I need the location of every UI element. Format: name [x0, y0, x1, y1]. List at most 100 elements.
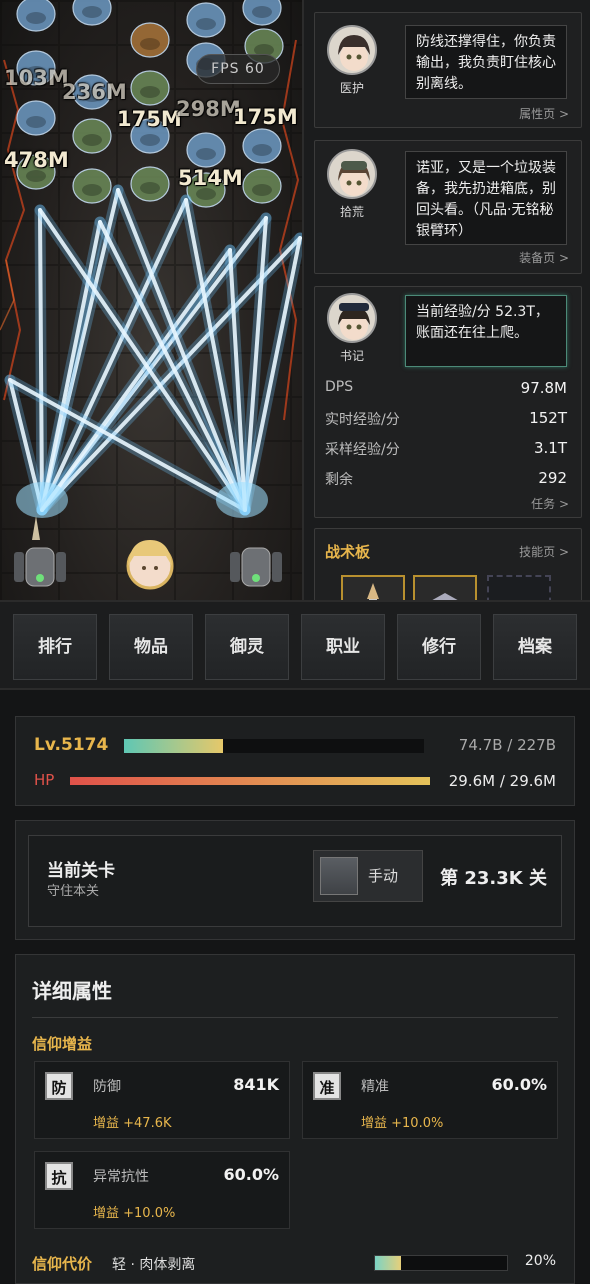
scavenger-card[interactable]: 拾荒 诺亚，又是一个垃圾装备，我先扔进箱底，别回头看。（凡品·无铭秘银臂环） 装… — [314, 140, 582, 274]
skill-slot-2[interactable] — [413, 575, 477, 600]
scavenger-dialogue: 诺亚，又是一个垃圾装备，我先扔进箱底，别回头看。（凡品·无铭秘银臂环） — [405, 151, 567, 245]
stat-value: 152T — [529, 409, 567, 427]
main-tab-bar: 排行 物品 御灵 职业 修行 档案 — [0, 600, 590, 690]
attr-card-resistance: 抗 异常抗性 60.0% 增益 +10.0% — [34, 1151, 290, 1229]
equipment-page-link[interactable]: 装备页 > — [519, 249, 569, 266]
exp-text: 74.7B / 227B — [458, 736, 556, 754]
fps-counter: FPS 60 — [196, 54, 280, 84]
exp-bar-fill — [124, 739, 223, 753]
tab-items[interactable]: 物品 — [109, 614, 193, 680]
missile — [32, 516, 40, 540]
stage-card: 当前关卡 守住本关 手动 第 23.3K 关 — [28, 835, 562, 927]
stat-label: 采样经验/分 — [325, 442, 400, 458]
tactical-board-title: 战术板 — [325, 543, 371, 561]
side-panel: 医护 防线还撑得住，你负责输出，我负责盯住核心别离线。 属性页 > 拾荒 诺亚，… — [302, 0, 590, 600]
chibi-goggles-portrait-icon — [338, 161, 370, 196]
damage-number: 236M — [62, 80, 127, 104]
attr-card-precision: 准 精准 60.0% 增益 +10.0% — [302, 1061, 558, 1139]
turret-wing — [56, 552, 66, 582]
attr-value: 60.0% — [491, 1075, 547, 1094]
attr-name: 防御 — [93, 1079, 121, 1095]
task-page-link[interactable]: 任务 > — [531, 495, 569, 512]
damage-number: 298M — [176, 97, 241, 121]
hp-text: 29.6M / 29.6M — [448, 772, 556, 790]
lava-crack — [0, 259, 15, 331]
damage-number: 478M — [4, 148, 69, 172]
tab-training[interactable]: 修行 — [397, 614, 481, 680]
stat-value: 3.1T — [533, 439, 567, 457]
tab-spirits[interactable]: 御灵 — [205, 614, 289, 680]
stat-value: 97.8M — [520, 379, 567, 397]
level-label: Lv.5174 — [34, 735, 109, 755]
clerk-name: 书记 — [339, 349, 364, 363]
faith-cost-desc: 轻 · 肉体剥离 — [112, 1257, 196, 1273]
attribute-page-link[interactable]: 属性页 > — [519, 105, 569, 122]
attr-name: 异常抗性 — [93, 1169, 149, 1185]
stat-row-live-exp: 实时经验/分 152T — [325, 409, 567, 429]
attr-bonus: 增益 +47.6K — [93, 1116, 172, 1131]
clerk-card[interactable]: 书记 当前经验/分 52.3T，账面还在往上爬。 DPS 97.8M 实时经验/分… — [314, 286, 582, 518]
stat-row-remaining: 剩余 292 — [325, 469, 567, 489]
stat-value: 292 — [538, 469, 567, 487]
damage-number: 103M — [4, 66, 69, 90]
attr-bonus: 增益 +10.0% — [93, 1206, 176, 1221]
monster-shade — [26, 116, 46, 128]
manual-label: 手动 — [368, 867, 399, 885]
stage-subtitle: 守住本关 — [47, 884, 100, 899]
battle-scene — [0, 0, 302, 590]
monster-shade — [82, 134, 102, 146]
tab-archive[interactable]: 档案 — [493, 614, 577, 680]
details-panel: 详细属性 信仰增益 防 防御 841K 增益 +47.6K 准 精准 60.0%… — [15, 954, 575, 1284]
manual-toggle[interactable]: 手动 — [313, 850, 423, 902]
attr-value: 60.0% — [223, 1165, 279, 1184]
stage-panel: 当前关卡 守住本关 手动 第 23.3K 关 — [15, 820, 575, 940]
lava-crack — [278, 39, 300, 421]
tab-ranking[interactable]: 排行 — [13, 614, 97, 680]
damage-number: 514M — [178, 166, 243, 190]
faith-cost-percent: 20% — [524, 1253, 556, 1269]
monster-shade — [252, 144, 272, 156]
turret-light — [36, 574, 44, 582]
exp-bar — [124, 739, 424, 753]
status-panel: Lv.5174 74.7B / 227B HP 29.6M / 29.6M — [15, 716, 575, 806]
hp-label: HP — [34, 771, 55, 789]
hp-bar — [70, 777, 430, 785]
medic-name: 医护 — [339, 81, 364, 95]
chibi-portrait-icon — [338, 35, 370, 71]
faith-cost-bar-fill — [375, 1256, 402, 1270]
attr-value: 841K — [233, 1075, 279, 1094]
monster-shade — [140, 182, 160, 194]
monster-shade — [196, 18, 216, 30]
battlefield[interactable]: FPS 60 103M 236M 175M 298M 175M 478M 514… — [0, 0, 302, 600]
turret-wing — [230, 552, 240, 582]
tactical-board[interactable]: 战术板 技能页 > — [314, 528, 582, 600]
monster-shade — [26, 12, 46, 24]
laser-beam — [38, 208, 44, 512]
monster-shade — [140, 134, 160, 146]
turret-wing — [14, 552, 24, 582]
monster-shade — [140, 38, 160, 50]
medic-card[interactable]: 医护 防线还撑得住，你负责输出，我负责盯住核心别离线。 属性页 > — [314, 12, 582, 128]
tab-class[interactable]: 职业 — [301, 614, 385, 680]
skill-page-link[interactable]: 技能页 > — [519, 543, 569, 560]
missile-icon — [367, 583, 379, 600]
skill-slot-1[interactable] — [341, 575, 405, 600]
scavenger-avatar — [327, 149, 377, 199]
hero-eye — [142, 566, 146, 570]
muzzle-flash — [16, 482, 68, 518]
muzzle-flash — [216, 482, 268, 518]
monster-shade — [82, 184, 102, 196]
skill-slot-empty[interactable] — [487, 575, 551, 600]
turret-wing — [272, 552, 282, 582]
faith-cost-bar — [374, 1255, 508, 1271]
stat-row-sampled-exp: 采样经验/分 3.1T — [325, 439, 567, 459]
toggle-knob — [320, 857, 358, 895]
faith-cost-title: 信仰代价 — [32, 1255, 93, 1273]
stage-number: 第 23.3K 关 — [440, 868, 547, 889]
damage-number: 175M — [117, 107, 182, 131]
attr-tag: 抗 — [45, 1162, 73, 1190]
monster-shade — [82, 6, 102, 18]
drone-icon — [432, 593, 458, 600]
faith-bonus-title: 信仰增益 — [32, 1035, 93, 1053]
hero-eye — [154, 566, 158, 570]
